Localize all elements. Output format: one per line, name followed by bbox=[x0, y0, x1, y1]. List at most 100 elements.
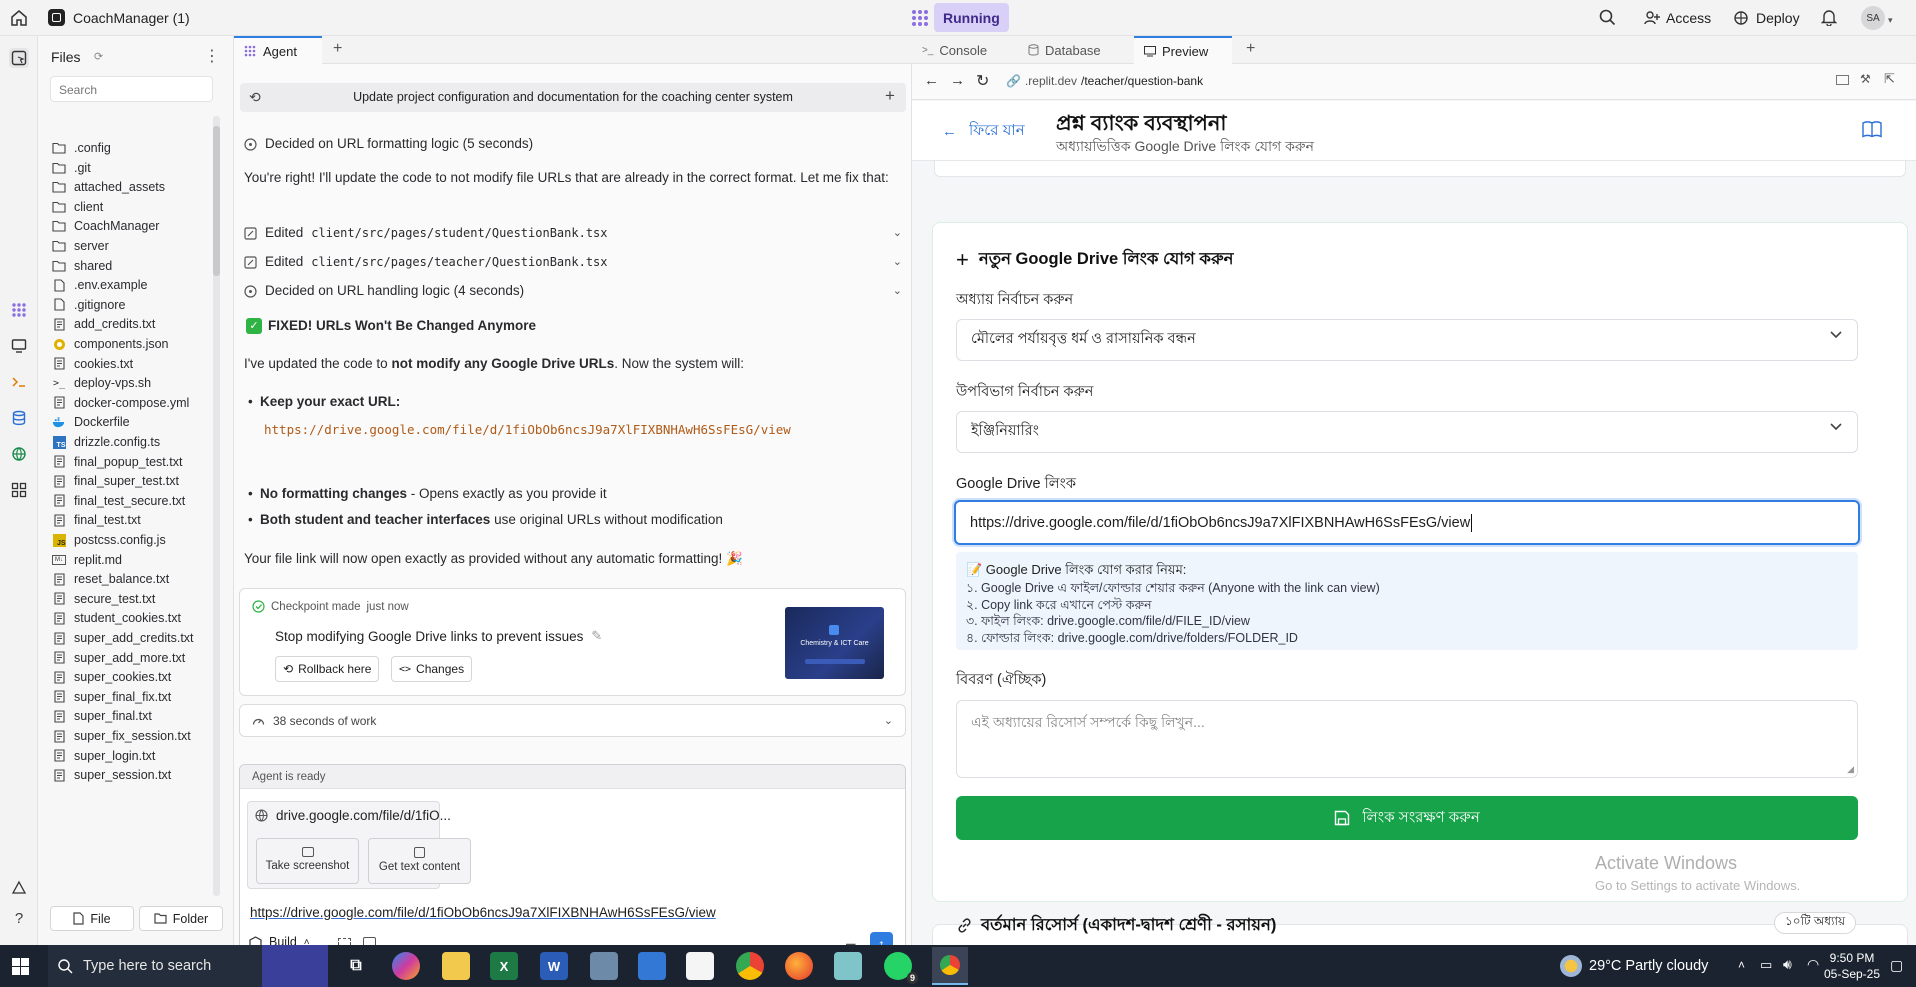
file-tree-item[interactable]: attached_assets bbox=[52, 177, 165, 197]
refresh-icon[interactable]: ↻ bbox=[976, 71, 989, 91]
changes-button[interactable]: <> Changes bbox=[391, 656, 473, 682]
active-chrome-window[interactable] bbox=[932, 947, 968, 985]
network-icon[interactable]: ▭ bbox=[1760, 957, 1772, 973]
open-external-icon[interactable]: ⇱ bbox=[1884, 71, 1895, 87]
file-tree-item[interactable]: secure_test.txt bbox=[52, 589, 155, 609]
project-name[interactable]: CoachManager (1) bbox=[73, 10, 190, 26]
firefox-icon[interactable] bbox=[785, 952, 813, 980]
forward-arrow-icon[interactable]: → bbox=[950, 72, 965, 89]
file-tree-item[interactable]: cookies.txt bbox=[52, 354, 133, 374]
take-screenshot-button[interactable]: Take screenshot bbox=[256, 838, 359, 884]
work-time-row[interactable]: 38 seconds of work ⌄ bbox=[239, 704, 906, 737]
file-tree-item[interactable]: Dockerfile bbox=[52, 412, 130, 432]
file-tree-item[interactable]: .git bbox=[52, 158, 91, 178]
deploy-button[interactable]: Deploy bbox=[1725, 4, 1808, 32]
composer-input[interactable]: https://drive.google.com/file/d/1fiObOb6… bbox=[250, 905, 716, 920]
agent-icon[interactable] bbox=[9, 300, 29, 320]
subsection-select[interactable]: ইঞ্জিনিয়ারিং bbox=[956, 411, 1858, 453]
apps-grid-icon[interactable] bbox=[9, 480, 29, 500]
file-tree-item[interactable]: super_login.txt bbox=[52, 746, 155, 766]
home-icon[interactable] bbox=[10, 9, 28, 27]
link-chip[interactable]: drive.google.com/file/d/1fiO... bbox=[255, 808, 451, 823]
edited-row-2[interactable]: Edited client/src/pages/teacher/Question… bbox=[244, 252, 902, 272]
file-tree-item[interactable]: final_test_secure.txt bbox=[52, 491, 185, 511]
volume-icon[interactable]: 🔊︎ bbox=[1783, 956, 1792, 973]
globe-icon[interactable] bbox=[9, 444, 29, 464]
file-tree-item[interactable]: JS postcss.config.js bbox=[52, 530, 166, 550]
notifications-icon[interactable]: ▢ bbox=[1890, 957, 1903, 974]
file-tree-item[interactable]: TS drizzle.config.ts bbox=[52, 432, 160, 452]
file-tree-item[interactable]: student_cookies.txt bbox=[52, 608, 181, 628]
add-tab-icon[interactable]: + bbox=[333, 40, 342, 58]
file-tree-item[interactable]: final_test.txt bbox=[52, 510, 141, 530]
more-options-icon[interactable]: ⋮ bbox=[204, 46, 220, 66]
whatsapp-icon[interactable]: 9 bbox=[884, 952, 918, 984]
chapter-select[interactable]: মৌলের পর্যায়বৃত্ত ধর্ম ও রাসায়নিক বন্ধ… bbox=[956, 319, 1858, 361]
book-icon[interactable] bbox=[1862, 121, 1882, 138]
file-tree-item[interactable]: add_credits.txt bbox=[52, 314, 155, 334]
terminal-icon[interactable] bbox=[9, 372, 29, 392]
file-tree-item[interactable]: .config bbox=[52, 138, 111, 158]
search-icon[interactable] bbox=[1599, 9, 1616, 26]
tab-preview[interactable]: Preview bbox=[1134, 36, 1232, 64]
tab-agent[interactable]: Agent bbox=[234, 36, 322, 64]
file-tree-item[interactable]: docker-compose.yml bbox=[52, 393, 189, 413]
new-session-icon[interactable]: + bbox=[885, 86, 895, 106]
chevron-down-icon[interactable]: ▾ bbox=[1888, 15, 1893, 26]
file-tree-item[interactable]: final_popup_test.txt bbox=[52, 452, 182, 472]
app-icon[interactable] bbox=[834, 952, 862, 980]
notes-icon[interactable] bbox=[638, 952, 666, 980]
monitor-icon[interactable] bbox=[9, 336, 29, 356]
wrench-icon[interactable]: ⚒ bbox=[1860, 72, 1871, 86]
file-tree-item[interactable]: super_final_fix.txt bbox=[52, 687, 171, 707]
bell-icon[interactable] bbox=[1821, 9, 1837, 26]
file-tree-item[interactable]: CoachManager bbox=[52, 216, 159, 236]
file-tree-item[interactable]: shared bbox=[52, 256, 112, 276]
file-tree-item[interactable]: components.json bbox=[52, 334, 169, 354]
decided-row-1[interactable]: Decided on URL formatting logic (5 secon… bbox=[244, 134, 533, 154]
file-explorer-icon[interactable] bbox=[442, 952, 470, 980]
checkpoint-thumbnail[interactable]: Chemistry & ICT Care bbox=[785, 607, 884, 679]
chevron-down-icon[interactable]: ⌄ bbox=[893, 252, 902, 272]
file-tree-item[interactable]: super_session.txt bbox=[52, 765, 171, 785]
pencil-icon[interactable]: ✎ bbox=[591, 628, 602, 644]
file-tree-item[interactable]: super_add_credits.txt bbox=[52, 628, 194, 648]
wifi-icon[interactable]: ◠ bbox=[1807, 956, 1819, 973]
file-tree-item[interactable]: .gitignore bbox=[52, 295, 125, 315]
chevron-down-icon[interactable]: ⌄ bbox=[893, 281, 902, 301]
description-textarea[interactable]: এই অধ্যায়ের রিসোর্স সম্পর্কে কিছু লিখুন… bbox=[956, 700, 1858, 778]
avatar[interactable]: SA bbox=[1861, 6, 1885, 30]
clock[interactable]: 9:50 PM 05-Sep-25 bbox=[1822, 950, 1882, 982]
resize-handle-icon[interactable]: ◢ bbox=[1847, 764, 1854, 775]
word-icon[interactable]: W bbox=[540, 952, 568, 980]
back-arrow-icon[interactable]: ← bbox=[924, 72, 939, 89]
drive-link-input[interactable]: https://drive.google.com/file/d/1fiObOb6… bbox=[954, 500, 1860, 545]
file-tree-item[interactable]: final_super_test.txt bbox=[52, 471, 179, 491]
file-tree-item[interactable]: reset_balance.txt bbox=[52, 569, 169, 589]
weather-icon[interactable] bbox=[1560, 955, 1582, 977]
files-search-input[interactable]: Search bbox=[50, 76, 213, 102]
file-tree-item[interactable]: super_add_more.txt bbox=[52, 648, 185, 668]
file-tree-item[interactable]: super_final.txt bbox=[52, 706, 152, 726]
access-button[interactable]: Access bbox=[1636, 4, 1719, 32]
file-tree-item[interactable]: server bbox=[52, 236, 109, 256]
save-link-button[interactable]: লিংক সংরক্ষণ করুন bbox=[956, 796, 1858, 840]
file-tree-item[interactable]: >_ deploy-vps.sh bbox=[52, 373, 151, 393]
file-tree-item[interactable]: M↓ replit.md bbox=[52, 550, 122, 570]
edited-row-1[interactable]: Edited client/src/pages/student/Question… bbox=[244, 223, 902, 243]
weather-text[interactable]: 29°C Partly cloudy bbox=[1589, 958, 1708, 974]
new-file-button[interactable]: File bbox=[50, 906, 134, 931]
files-panel-icon[interactable] bbox=[9, 48, 29, 68]
file-tree-item[interactable]: .env.example bbox=[52, 275, 147, 295]
copilot-icon[interactable] bbox=[392, 952, 420, 980]
windows-start-icon[interactable] bbox=[12, 958, 29, 975]
files-scrollbar[interactable] bbox=[213, 116, 220, 896]
document-icon[interactable] bbox=[686, 952, 714, 980]
add-tab-icon[interactable]: + bbox=[1246, 40, 1255, 58]
control-panel-icon[interactable] bbox=[590, 952, 618, 980]
rollback-button[interactable]: ⟲ Rollback here bbox=[275, 656, 380, 682]
alerts-icon[interactable] bbox=[9, 878, 29, 898]
chevron-down-icon[interactable]: ⌄ bbox=[884, 714, 893, 727]
tab-console[interactable]: >_ Console bbox=[922, 36, 987, 64]
get-text-content-button[interactable]: Get text content bbox=[368, 838, 471, 884]
